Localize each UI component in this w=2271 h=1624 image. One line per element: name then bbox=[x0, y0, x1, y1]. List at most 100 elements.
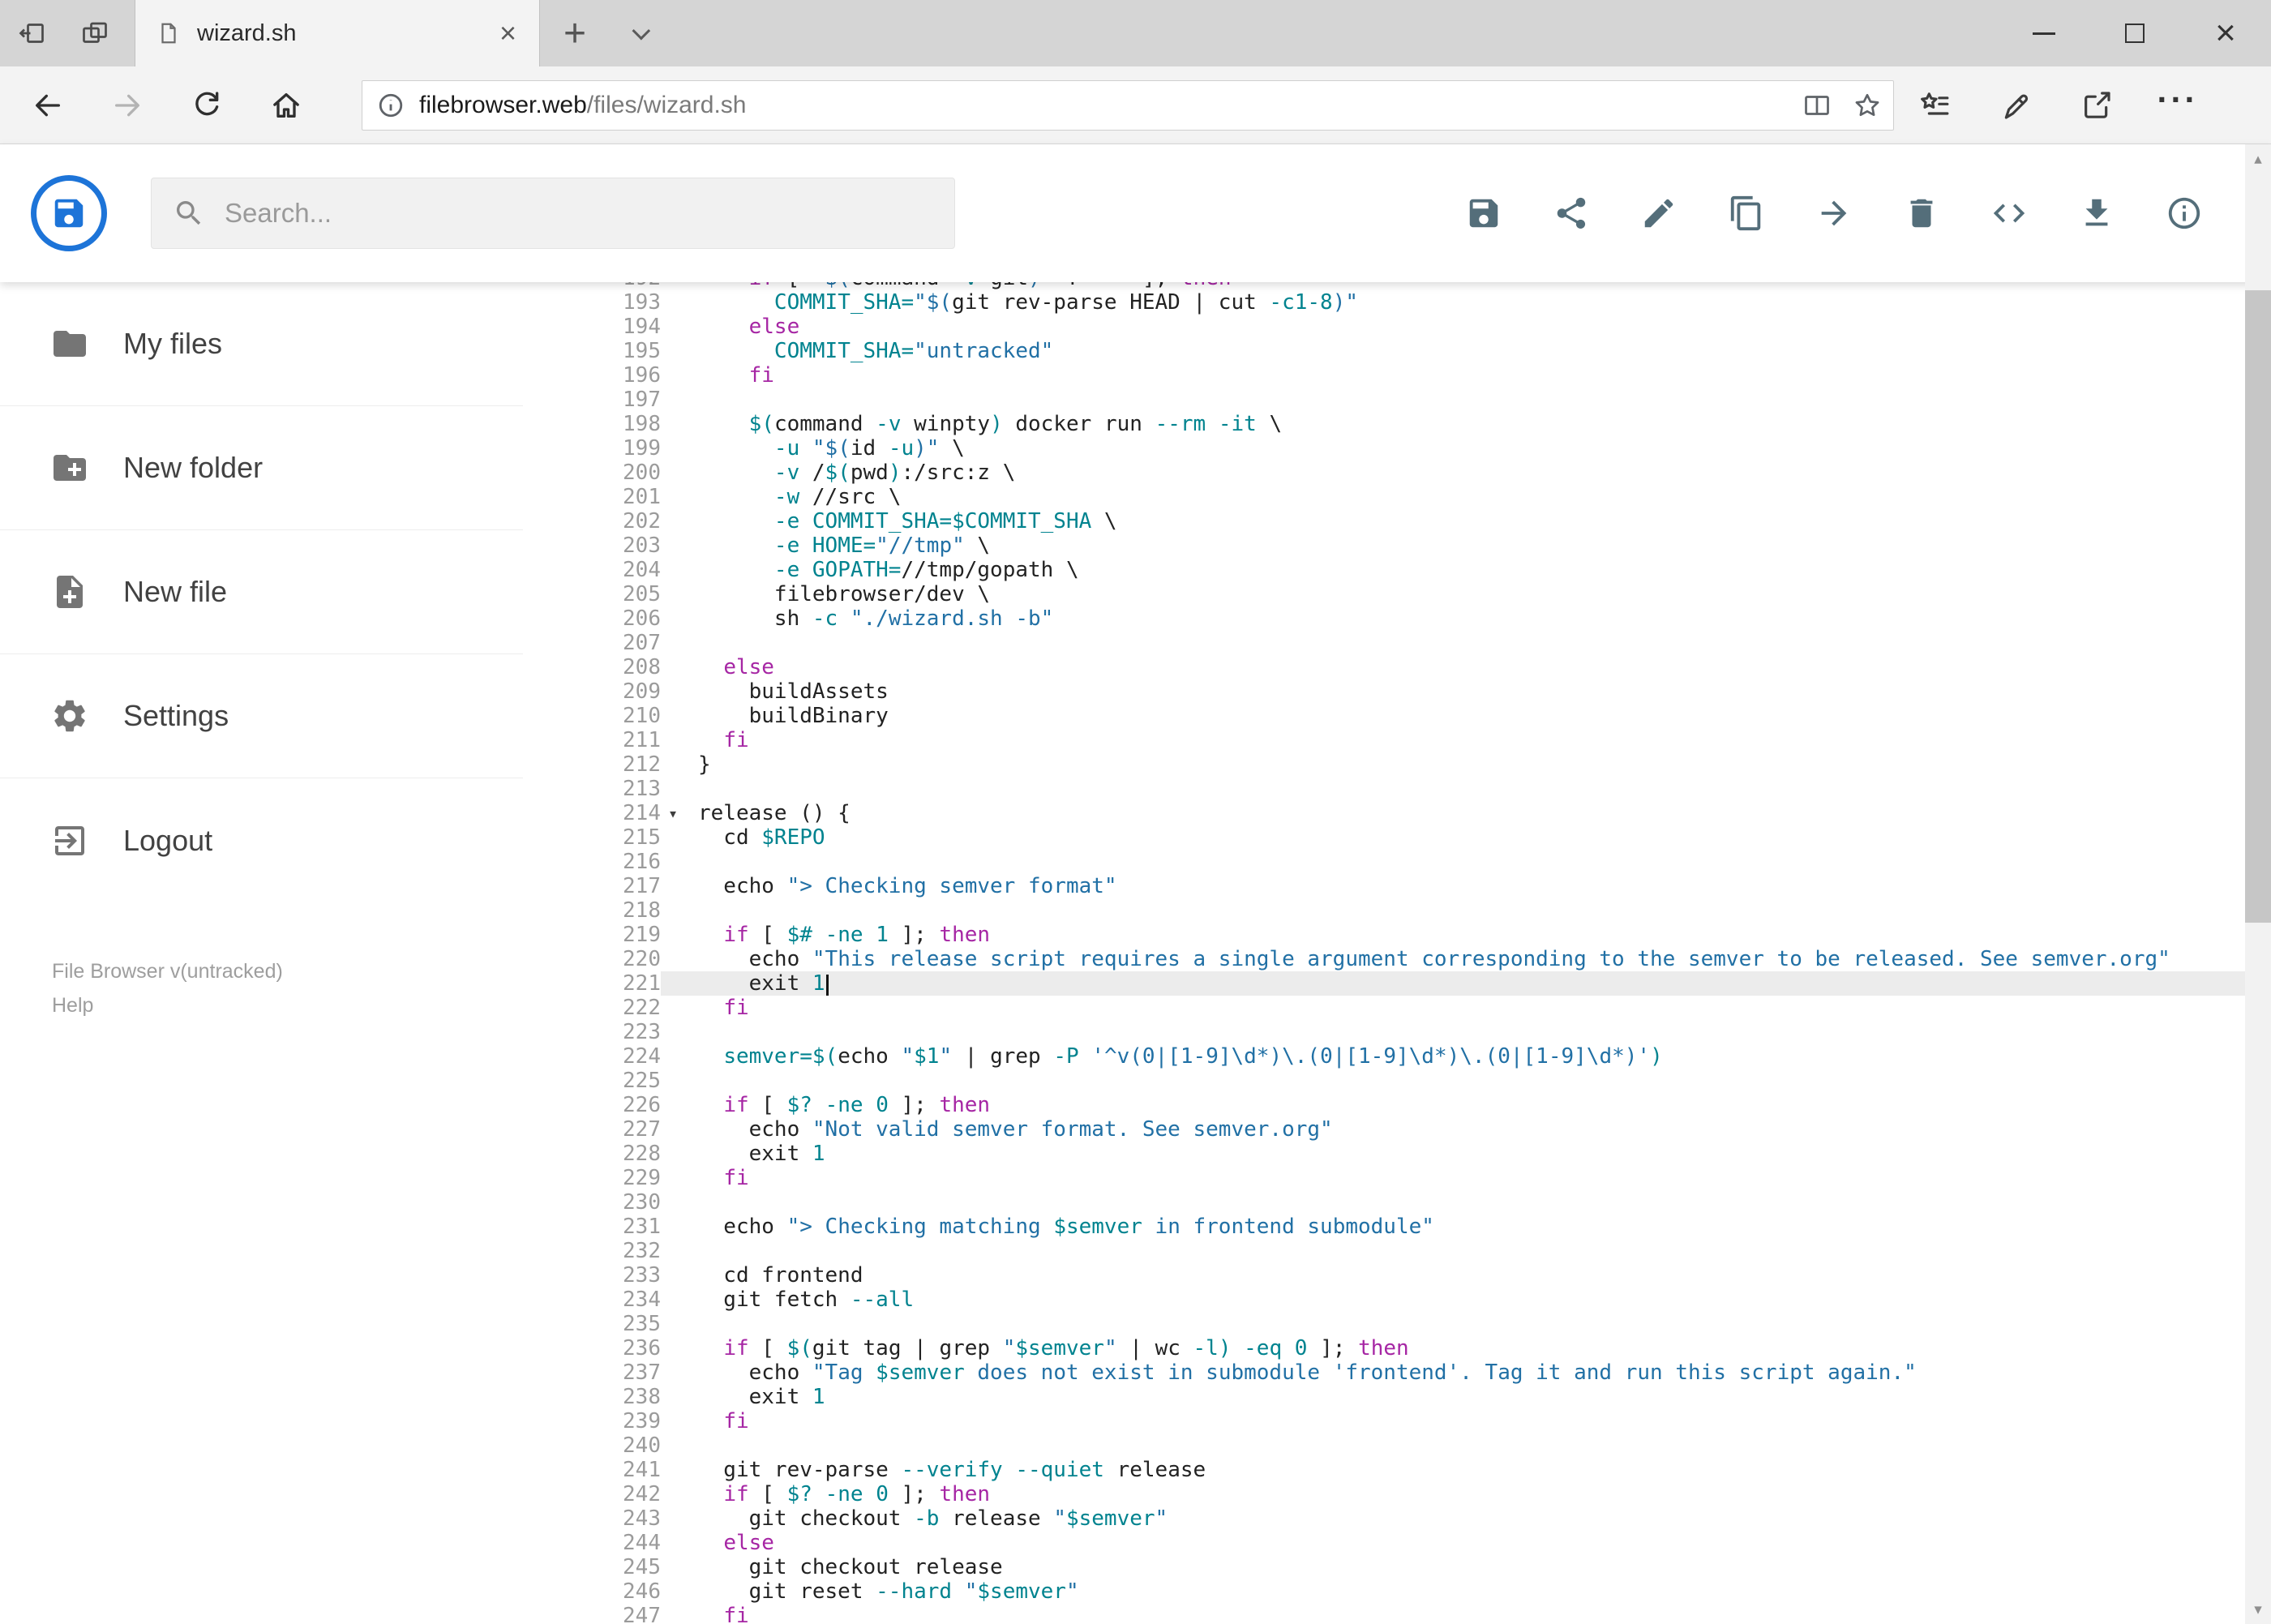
code-line[interactable]: 234 git fetch --all bbox=[523, 1288, 2271, 1312]
code-line[interactable]: 198 $(command -v winpty) docker run --rm… bbox=[523, 412, 2271, 436]
code-line[interactable]: 236 if [ $(git tag | grep "$semver" | wc… bbox=[523, 1336, 2271, 1360]
scroll-up-arrow-icon[interactable]: ▴ bbox=[2245, 144, 2271, 174]
code-line[interactable]: 239 fi bbox=[523, 1409, 2271, 1433]
help-link[interactable]: Help bbox=[52, 988, 523, 1022]
code-line[interactable]: 201 -w //src \ bbox=[523, 485, 2271, 509]
code-line[interactable]: 216 bbox=[523, 850, 2271, 874]
code-line[interactable]: 207 bbox=[523, 631, 2271, 655]
sidebar-item-my-files[interactable]: My files bbox=[0, 282, 523, 406]
page-scrollbar[interactable]: ▴ ▾ bbox=[2245, 144, 2271, 1624]
browser-tab-active[interactable]: wizard.sh × bbox=[135, 0, 540, 66]
window-close-button[interactable]: × bbox=[2180, 0, 2271, 66]
tabs-preview-button[interactable] bbox=[63, 0, 126, 66]
more-menu-button[interactable]: ··· bbox=[2137, 66, 2218, 144]
code-line[interactable]: 206 sh -c "./wizard.sh -b" bbox=[523, 606, 2271, 631]
code-line[interactable]: 233 cd frontend bbox=[523, 1263, 2271, 1288]
code-line[interactable]: 221 exit 1 bbox=[523, 971, 2271, 996]
code-line[interactable]: 218 bbox=[523, 898, 2271, 923]
code-line[interactable]: 240 bbox=[523, 1433, 2271, 1458]
sidebar-item-new-folder[interactable]: New folder bbox=[0, 406, 523, 530]
code-line[interactable]: 214 ▾ release () { bbox=[523, 801, 2271, 825]
code-line[interactable]: 199 -u "$(id -u)" \ bbox=[523, 436, 2271, 461]
code-line[interactable]: 226 if [ $? -ne 0 ]; then bbox=[523, 1093, 2271, 1117]
code-line[interactable]: 192 if [ "$(command -v git)" != "" ]; th… bbox=[523, 282, 2271, 290]
code-line[interactable]: 212} bbox=[523, 752, 2271, 777]
search-bar[interactable] bbox=[151, 178, 955, 249]
window-minimize-button[interactable] bbox=[1999, 0, 2089, 66]
code-line[interactable]: 230 bbox=[523, 1190, 2271, 1215]
code-line[interactable]: 232 bbox=[523, 1239, 2271, 1263]
code-line[interactable]: 194 else bbox=[523, 315, 2271, 339]
tab-list-chevron-button[interactable] bbox=[610, 0, 668, 66]
rename-button[interactable] bbox=[1640, 195, 1678, 232]
code-line[interactable]: 246 git reset --hard "$semver" bbox=[523, 1579, 2271, 1604]
code-line[interactable]: 242 if [ $? -ne 0 ]; then bbox=[523, 1482, 2271, 1506]
code-line[interactable]: 197 bbox=[523, 388, 2271, 412]
code-line[interactable]: 223 bbox=[523, 1020, 2271, 1044]
site-info-icon[interactable] bbox=[377, 92, 405, 119]
new-tab-button[interactable]: + bbox=[540, 0, 610, 66]
reading-view-button[interactable] bbox=[1802, 91, 1832, 120]
sidebar-item-settings[interactable]: Settings bbox=[0, 654, 523, 778]
code-line[interactable]: 219 if [ $# -ne 1 ]; then bbox=[523, 923, 2271, 947]
back-button[interactable] bbox=[8, 66, 88, 144]
code-line[interactable]: 227 echo "Not valid semver format. See s… bbox=[523, 1117, 2271, 1142]
code-line[interactable]: 224 semver=$(echo "$1" | grep -P '^v(0|[… bbox=[523, 1044, 2271, 1069]
share-button[interactable] bbox=[1553, 195, 1590, 232]
code-line[interactable]: 243 git checkout -b release "$semver" bbox=[523, 1506, 2271, 1531]
code-line[interactable]: 196 fi bbox=[523, 363, 2271, 388]
code-line[interactable]: 202 -e COMMIT_SHA=$COMMIT_SHA \ bbox=[523, 509, 2271, 533]
code-editor[interactable]: 192 if [ "$(command -v git)" != "" ]; th… bbox=[523, 282, 2271, 1624]
code-line[interactable]: 210 buildBinary bbox=[523, 704, 2271, 728]
code-line[interactable]: 245 git checkout release bbox=[523, 1555, 2271, 1579]
info-button[interactable] bbox=[2166, 195, 2203, 232]
scroll-down-arrow-icon[interactable]: ▾ bbox=[2245, 1595, 2271, 1624]
code-line[interactable]: 228 exit 1 bbox=[523, 1142, 2271, 1166]
url-bar[interactable]: filebrowser.web/files/wizard.sh bbox=[362, 79, 1894, 131]
code-line[interactable]: 211 fi bbox=[523, 728, 2271, 752]
copy-button[interactable] bbox=[1728, 195, 1765, 232]
code-line[interactable]: 235 bbox=[523, 1312, 2271, 1336]
code-line[interactable]: 195 COMMIT_SHA="untracked" bbox=[523, 339, 2271, 363]
window-maximize-button[interactable] bbox=[2089, 0, 2180, 66]
hub-button[interactable] bbox=[1894, 66, 1975, 144]
annotate-button[interactable] bbox=[1975, 66, 2056, 144]
code-line[interactable]: 193 COMMIT_SHA="$(git rev-parse HEAD | c… bbox=[523, 290, 2271, 315]
code-line[interactable]: 205 filebrowser/dev \ bbox=[523, 582, 2271, 606]
code-line[interactable]: 220 echo "This release script requires a… bbox=[523, 947, 2271, 971]
move-button[interactable] bbox=[1815, 195, 1853, 232]
code-line[interactable]: 225 bbox=[523, 1069, 2271, 1093]
code-line[interactable]: 217 echo "> Checking semver format" bbox=[523, 874, 2271, 898]
code-line[interactable]: 222 fi bbox=[523, 996, 2271, 1020]
app-logo[interactable] bbox=[31, 175, 107, 251]
refresh-button[interactable] bbox=[167, 66, 246, 144]
code-line[interactable]: 231 echo "> Checking matching $semver in… bbox=[523, 1215, 2271, 1239]
code-line[interactable]: 237 echo "Tag $semver does not exist in … bbox=[523, 1360, 2271, 1385]
code-line[interactable]: 241 git rev-parse --verify --quiet relea… bbox=[523, 1458, 2271, 1482]
code-line[interactable]: 229 fi bbox=[523, 1166, 2271, 1190]
code-line[interactable]: 200 -v /$(pwd):/src:z \ bbox=[523, 461, 2271, 485]
download-button[interactable] bbox=[2078, 195, 2115, 232]
save-button[interactable] bbox=[1465, 195, 1502, 232]
code-line[interactable]: 213 bbox=[523, 777, 2271, 801]
search-input[interactable] bbox=[225, 198, 933, 229]
share-page-button[interactable] bbox=[2056, 66, 2137, 144]
sidebar-item-new-file[interactable]: New file bbox=[0, 530, 523, 654]
fold-arrow-icon[interactable]: ▾ bbox=[661, 801, 685, 825]
code-line[interactable]: 247 fi bbox=[523, 1604, 2271, 1624]
code-line[interactable]: 238 exit 1 bbox=[523, 1385, 2271, 1409]
code-line[interactable]: 209 buildAssets bbox=[523, 679, 2271, 704]
sidebar-item-logout[interactable]: Logout bbox=[0, 778, 523, 902]
code-line[interactable]: 204 -e GOPATH=//tmp/gopath \ bbox=[523, 558, 2271, 582]
code-line[interactable]: 215 cd $REPO bbox=[523, 825, 2271, 850]
code-line[interactable]: 208 else bbox=[523, 655, 2271, 679]
code-line[interactable]: 244 else bbox=[523, 1531, 2271, 1555]
tab-close-icon[interactable]: × bbox=[493, 19, 523, 48]
forward-button[interactable] bbox=[88, 66, 167, 144]
add-favorite-button[interactable] bbox=[1853, 91, 1882, 120]
set-tabs-aside-button[interactable] bbox=[0, 0, 63, 66]
delete-button[interactable] bbox=[1903, 195, 1940, 232]
code-line[interactable]: 203 -e HOME="//tmp" \ bbox=[523, 533, 2271, 558]
home-button[interactable] bbox=[246, 66, 326, 144]
raw-code-button[interactable] bbox=[1990, 195, 2028, 232]
